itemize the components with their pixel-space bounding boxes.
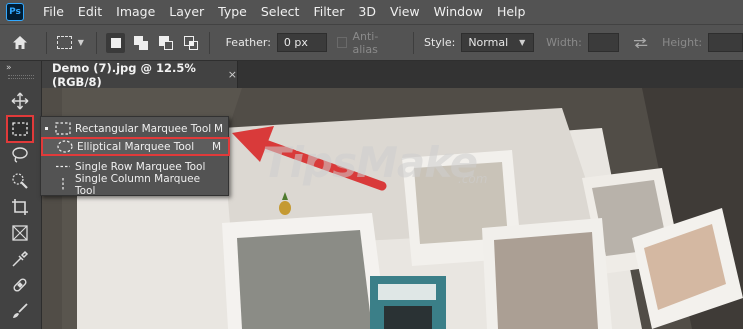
height-label: Height: (662, 36, 703, 49)
marquee-ellipse-icon (53, 140, 77, 153)
flyout-item-single-column-marquee[interactable]: Single Column Marquee Tool (41, 172, 230, 197)
chevron-down-icon: ▼ (519, 38, 526, 47)
swap-width-height-icon[interactable] (633, 37, 648, 49)
divider (208, 31, 210, 54)
move-icon (11, 92, 29, 110)
crop-tool[interactable] (7, 195, 33, 219)
menu-select[interactable]: Select (254, 0, 307, 24)
bandage-icon (13, 278, 27, 292)
tools-panel: » (0, 61, 42, 329)
subtract-from-selection-button[interactable] (156, 33, 175, 53)
marquee-rectangle-icon (12, 122, 28, 136)
flyout-item-label: Single Row Marquee Tool (75, 160, 206, 173)
document-tab[interactable]: Demo (7).jpg @ 12.5% (RGB/8) × (42, 60, 238, 89)
menu-3d[interactable]: 3D (351, 0, 383, 24)
menu-window[interactable]: Window (427, 0, 490, 24)
eyedropper-tool[interactable] (7, 247, 33, 271)
menu-layer[interactable]: Layer (162, 0, 211, 24)
divider (45, 31, 47, 54)
home-icon (12, 36, 27, 49)
menu-help[interactable]: Help (490, 0, 533, 24)
anti-alias-checkbox[interactable] (336, 37, 348, 48)
document-tab-bar: Demo (7).jpg @ 12.5% (RGB/8) × (42, 60, 743, 89)
chevron-down-icon: ▼ (77, 38, 84, 47)
menu-type[interactable]: Type (211, 0, 254, 24)
flyout-item-label: Elliptical Marquee Tool (77, 140, 195, 153)
style-select-value: Normal (468, 36, 509, 49)
marquee-rectangle-icon (51, 122, 75, 135)
subtract-selection-icon-front (163, 40, 173, 50)
height-input[interactable] (708, 33, 743, 52)
polaroid-image (494, 232, 598, 329)
flyout-item-label: Rectangular Marquee Tool (75, 122, 212, 135)
menu-filter[interactable]: Filter (306, 0, 351, 24)
menu-image[interactable]: Image (109, 0, 162, 24)
tool-preset-picker[interactable]: ▼ (53, 31, 90, 55)
flyout-item-label: Single Column Marquee Tool (75, 172, 201, 197)
marquee-tool-flyout: Rectangular Marquee Tool M Elliptical Ma… (40, 116, 230, 197)
lasso-tool[interactable] (7, 143, 33, 167)
rectangular-marquee-tool[interactable] (6, 115, 34, 143)
quick-selection-tool[interactable] (7, 169, 33, 193)
single-row-marquee-icon (51, 160, 75, 173)
quick-selection-icon (12, 173, 28, 189)
width-label: Width: (546, 36, 582, 49)
close-icon[interactable]: × (228, 68, 237, 81)
add-to-selection-button[interactable] (131, 33, 150, 53)
options-bar: ▼ Feather: 0 px Anti-alias Style: Normal… (0, 24, 743, 61)
menu-bar: Ps File Edit Image Layer Type Select Fil… (0, 0, 743, 24)
pineapple-figurine (279, 201, 291, 215)
menu-file[interactable]: File (36, 0, 71, 24)
healing-brush-tool[interactable] (7, 273, 33, 297)
document-tab-title: Demo (7).jpg @ 12.5% (RGB/8) (52, 60, 196, 89)
style-label: Style: (423, 36, 456, 49)
marquee-preset-icon (56, 36, 72, 49)
width-input[interactable] (587, 33, 619, 52)
flyout-item-rectangular-marquee[interactable]: Rectangular Marquee Tool M (41, 119, 230, 138)
shortcut-key: M (212, 140, 222, 153)
feather-label: Feather: (225, 36, 271, 49)
active-tool-indicator (41, 127, 51, 130)
intersect-with-selection-button[interactable] (181, 33, 200, 53)
flyout-item-elliptical-marquee[interactable]: Elliptical Marquee Tool M (41, 137, 230, 156)
crop-icon (12, 199, 28, 215)
menu-edit[interactable]: Edit (71, 0, 109, 24)
collapse-panel-icon[interactable]: » (6, 63, 11, 73)
photoshop-logo[interactable]: Ps (6, 3, 24, 21)
eyedropper-icon (12, 250, 29, 267)
watermark: TipsMake (262, 138, 478, 187)
intersect-selection-icon-overlap (188, 40, 194, 46)
divider (413, 31, 414, 54)
new-selection-button[interactable] (105, 32, 125, 53)
style-select[interactable]: Normal ▼ (461, 33, 535, 52)
single-column-marquee-icon (51, 177, 75, 192)
add-selection-icon-front (138, 40, 148, 50)
divider (95, 31, 97, 54)
polaroid-image (237, 230, 372, 329)
brush-tool[interactable] (7, 299, 33, 323)
home-button[interactable] (0, 24, 40, 61)
brush-icon (13, 303, 28, 318)
frame-tool[interactable] (7, 221, 33, 245)
feather-input[interactable]: 0 px (276, 33, 327, 52)
shortcut-key: M (214, 122, 224, 135)
watermark-suffix: .com (458, 172, 488, 186)
move-tool[interactable] (7, 89, 33, 113)
menu-view[interactable]: View (383, 0, 427, 24)
new-selection-icon (110, 37, 121, 48)
anti-alias-label: Anti-alias (352, 29, 379, 56)
lasso-icon (12, 147, 28, 163)
panel-grip[interactable] (8, 75, 34, 79)
frame-icon (12, 225, 28, 241)
photoshop-window: Ps File Edit Image Layer Type Select Fil… (0, 0, 743, 329)
